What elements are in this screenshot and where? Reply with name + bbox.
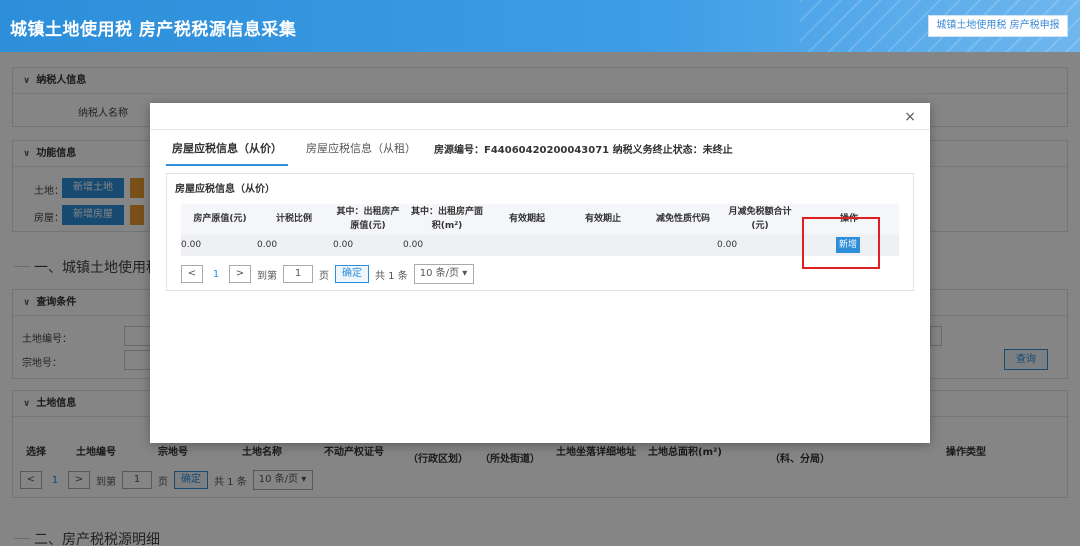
close-icon[interactable]: ×: [904, 109, 916, 125]
col-tax-ratio: 计税比例: [275, 214, 312, 224]
cell-original-value: 0.00: [181, 240, 202, 250]
cell-tax-ratio: 0.00: [257, 240, 278, 250]
col-valid-to: 有效期止: [584, 214, 621, 224]
tab-rental[interactable]: 房屋应税信息（从租）: [300, 137, 422, 164]
goto-confirm-button[interactable]: 确定: [335, 265, 369, 283]
declare-button[interactable]: 城镇土地使用税 房产税申报: [928, 15, 1068, 37]
col-exempt-code: 减免性质代码: [655, 214, 710, 224]
cell-monthly-exempt: 0.00: [717, 240, 738, 250]
page-unit: 页: [319, 270, 329, 282]
goto-page-input[interactable]: 1: [283, 265, 313, 283]
cell-rental-value: 0.00: [333, 240, 354, 250]
box-title: 房屋应税信息（从价）: [175, 184, 275, 195]
table-row: 0.00 0.00 0.00 0.00 0.00 新增: [181, 234, 899, 256]
page-size-select[interactable]: 10 条/页 ▾: [413, 264, 474, 284]
modal-tabs: 房屋应税信息（从价） 房屋应税信息（从租） 房源编号：F440604202000…: [166, 137, 733, 166]
page-number[interactable]: 1: [209, 269, 223, 280]
cell-rental-area: 0.00: [403, 240, 424, 250]
table-header: 房产原值(元) 计税比例 其中：出租房产 原值(元) 其中：出租房产面 积(m²) …: [181, 204, 899, 234]
total-count: 共 1 条: [375, 270, 408, 282]
modal-pager: < 1 > 到第 1 页 确定 共 1 条 10 条/页 ▾: [181, 264, 474, 284]
app-header: 城镇土地使用税 房产税税源信息采集 城镇土地使用税 房产税申报: [0, 0, 1080, 52]
next-page-button[interactable]: >: [229, 265, 251, 283]
goto-label: 到第: [257, 270, 277, 282]
col-rental-area: 其中：出租房产面 积(m²): [410, 207, 483, 231]
col-rental-value: 其中：出租房产 原值(元): [336, 207, 400, 231]
house-info-text: 房源编号：F44060420200043071 纳税义务终止状态：未终止: [434, 145, 733, 156]
col-monthly-exempt: 月减免税额合计 (元): [728, 207, 792, 231]
prev-page-button[interactable]: <: [181, 265, 203, 283]
page-title: 城镇土地使用税 房产税税源信息采集: [10, 20, 297, 40]
house-tax-modal: × 房屋应税信息（从价） 房屋应税信息（从租） 房源编号：F4406042020…: [150, 103, 930, 443]
col-valid-from: 有效期起: [508, 214, 545, 224]
col-original-value: 房产原值(元): [193, 214, 247, 224]
modal-header-divider: [150, 129, 930, 130]
tab-ad-valorem[interactable]: 房屋应税信息（从价）: [166, 137, 288, 166]
highlight-box: [802, 217, 880, 269]
